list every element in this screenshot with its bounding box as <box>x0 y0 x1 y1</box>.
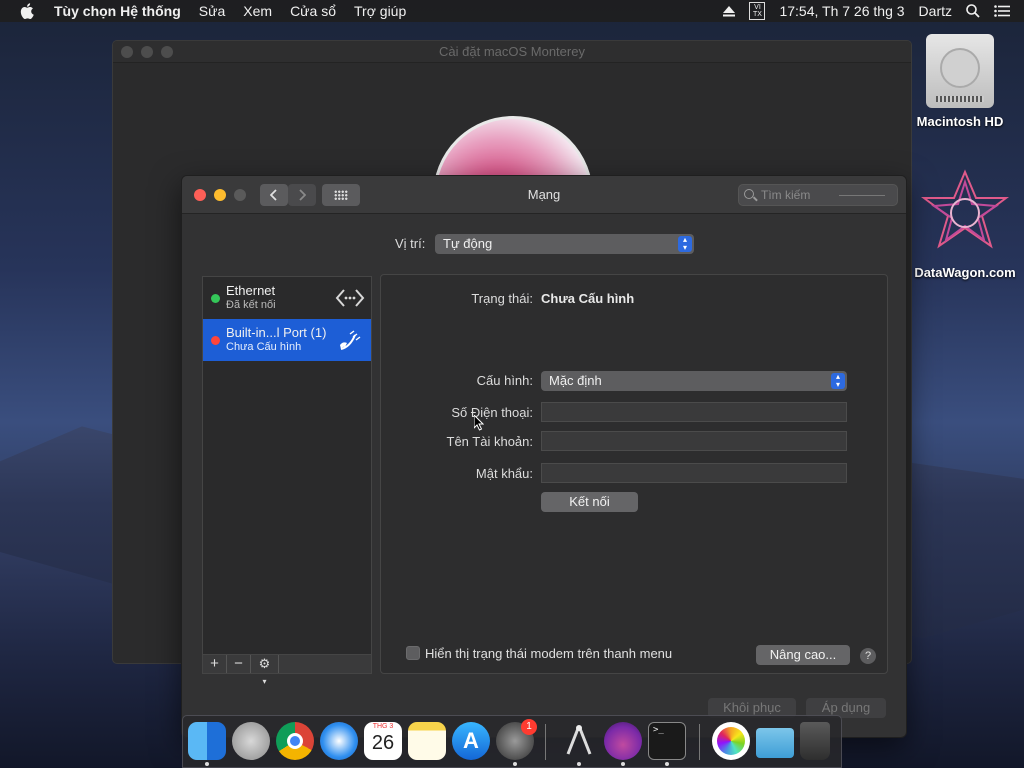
service-item-builtin-port[interactable]: Built-in...l Port (1) Chưa Cấu hình <box>203 319 371 361</box>
advanced-button[interactable]: Nâng cao... <box>756 645 850 665</box>
dock-calendar-icon[interactable]: THG 3 26 <box>364 722 402 760</box>
help-button[interactable]: ? <box>860 648 876 664</box>
service-item-ethernet[interactable]: Ethernet Đã kết nối <box>203 277 371 319</box>
desktop-icon-label: Macintosh HD <box>916 114 1004 129</box>
calendar-month: THG 3 <box>372 723 394 730</box>
dock-utilities-icon[interactable] <box>560 722 598 760</box>
service-name: Ethernet <box>226 283 276 298</box>
menu-view[interactable]: Xem <box>243 3 272 19</box>
dock: THG 3 26 A 1 >_ <box>182 715 842 768</box>
search-input[interactable]: Tìm kiếm <box>738 184 898 206</box>
dock-folder-icon[interactable] <box>756 728 794 758</box>
account-name-field[interactable] <box>541 431 847 451</box>
dock-safari-icon[interactable] <box>320 722 358 760</box>
search-placeholder: Tìm kiếm <box>761 188 811 202</box>
password-label: Mật khẩu: <box>475 466 533 481</box>
dock-notes-icon[interactable] <box>408 722 446 760</box>
installer-titlebar: Cài đặt macOS Monterey <box>113 41 911 63</box>
desktop-icon-label: DataWagon.com <box>914 265 1016 280</box>
connect-button[interactable]: Kết nối <box>541 492 638 512</box>
service-list-controls: + − ⚙ ▾ <box>202 654 372 686</box>
dock-trash-icon[interactable] <box>800 722 830 760</box>
dock-system-preferences-icon[interactable]: 1 <box>496 719 537 760</box>
apple-menu-icon[interactable] <box>20 3 34 19</box>
notification-center-icon[interactable] <box>994 5 1010 17</box>
config-label: Cấu hình: <box>476 373 533 388</box>
status-value: Chưa Cấu hình <box>541 291 635 306</box>
installer-close-button[interactable] <box>121 46 133 58</box>
installer-title: Cài đặt macOS Monterey <box>439 44 585 59</box>
phone-modem-icon <box>340 330 361 350</box>
config-popup[interactable]: Mặc định ▴ ▾ <box>541 371 847 391</box>
password-field[interactable] <box>541 463 847 483</box>
compass-tool-icon <box>566 725 592 755</box>
config-value: Mặc định <box>549 373 602 388</box>
status-dot-green-icon <box>211 294 220 303</box>
show-modem-status-label[interactable]: Hiển thị trạng thái modem trên thanh men… <box>425 646 672 661</box>
notification-badge: 1 <box>521 719 537 735</box>
spotlight-search-icon[interactable] <box>966 4 980 18</box>
service-list[interactable]: Ethernet Đã kết nối Built-in...l Port (1… <box>202 276 372 674</box>
location-popup[interactable]: Tự động ▴ ▾ <box>435 234 694 254</box>
status-dot-red-icon <box>211 336 220 345</box>
show-modem-status-checkbox[interactable] <box>406 646 420 660</box>
phone-label: Số Điện thoại: <box>451 405 533 420</box>
datawagon-logo-icon <box>921 169 1009 249</box>
menu-window[interactable]: Cửa sổ <box>290 3 336 19</box>
add-service-button[interactable]: + <box>203 655 227 673</box>
ethernet-arrows-icon <box>335 289 365 307</box>
dock-launchpad-icon[interactable] <box>232 722 270 760</box>
dock-installer-icon[interactable] <box>604 722 642 760</box>
calendar-day: 26 <box>371 732 395 754</box>
installer-minimize-button[interactable] <box>141 46 153 58</box>
desktop-icon-macintosh-hd[interactable]: Macintosh HD <box>910 34 1010 129</box>
menu-clock[interactable]: 17:54, Th 7 26 thg 3 <box>779 3 904 19</box>
hard-drive-icon <box>926 34 994 108</box>
location-label: Vị trí: <box>395 236 426 251</box>
menu-bar: Tùy chọn Hệ thống Sửa Xem Cửa sổ Trợ giú… <box>0 0 1024 22</box>
network-window: Mạng Tìm kiếm Vị trí: Tự động ▴ ▾ Etherne… <box>181 175 907 738</box>
menu-user[interactable]: Dartz <box>919 3 952 19</box>
menu-help[interactable]: Trợ giúp <box>354 3 406 19</box>
dock-chrome-icon[interactable] <box>276 722 314 760</box>
status-label: Trạng thái: <box>471 291 533 306</box>
mouse-cursor-icon <box>474 415 484 431</box>
service-name: Built-in...l Port (1) <box>226 325 327 340</box>
service-status: Đã kết nối <box>226 299 276 311</box>
dock-photos-icon[interactable] <box>712 722 750 760</box>
menu-app-name[interactable]: Tùy chọn Hệ thống <box>54 3 181 19</box>
installer-zoom-button[interactable] <box>161 46 173 58</box>
input-source-icon[interactable]: VI TX <box>749 2 766 20</box>
gear-menu-button[interactable]: ⚙ ▾ <box>251 655 279 686</box>
account-label: Tên Tài khoản: <box>446 434 533 449</box>
popup-arrows-icon: ▴ ▾ <box>831 373 845 389</box>
window-toolbar: Mạng Tìm kiếm <box>182 176 906 214</box>
eject-icon[interactable] <box>723 5 736 17</box>
popup-arrows-icon: ▴ ▾ <box>678 236 692 252</box>
chevron-down-icon: ▾ <box>262 677 267 686</box>
dock-finder-icon[interactable] <box>188 722 226 760</box>
gear-icon: ⚙ <box>258 656 271 671</box>
dock-appstore-icon[interactable]: A <box>452 722 490 760</box>
location-value: Tự động <box>443 236 493 251</box>
search-icon <box>744 189 754 199</box>
remove-service-button[interactable]: − <box>227 655 251 673</box>
menu-edit[interactable]: Sửa <box>199 3 226 19</box>
service-status: Chưa Cấu hình <box>226 341 302 353</box>
dock-terminal-icon[interactable]: >_ <box>648 722 686 760</box>
phone-field[interactable] <box>541 402 847 422</box>
detail-panel: Trạng thái: Chưa Cấu hình Cấu hình: Mặc … <box>380 274 888 674</box>
desktop-icon-datawagon[interactable]: DataWagon.com <box>906 168 1024 280</box>
